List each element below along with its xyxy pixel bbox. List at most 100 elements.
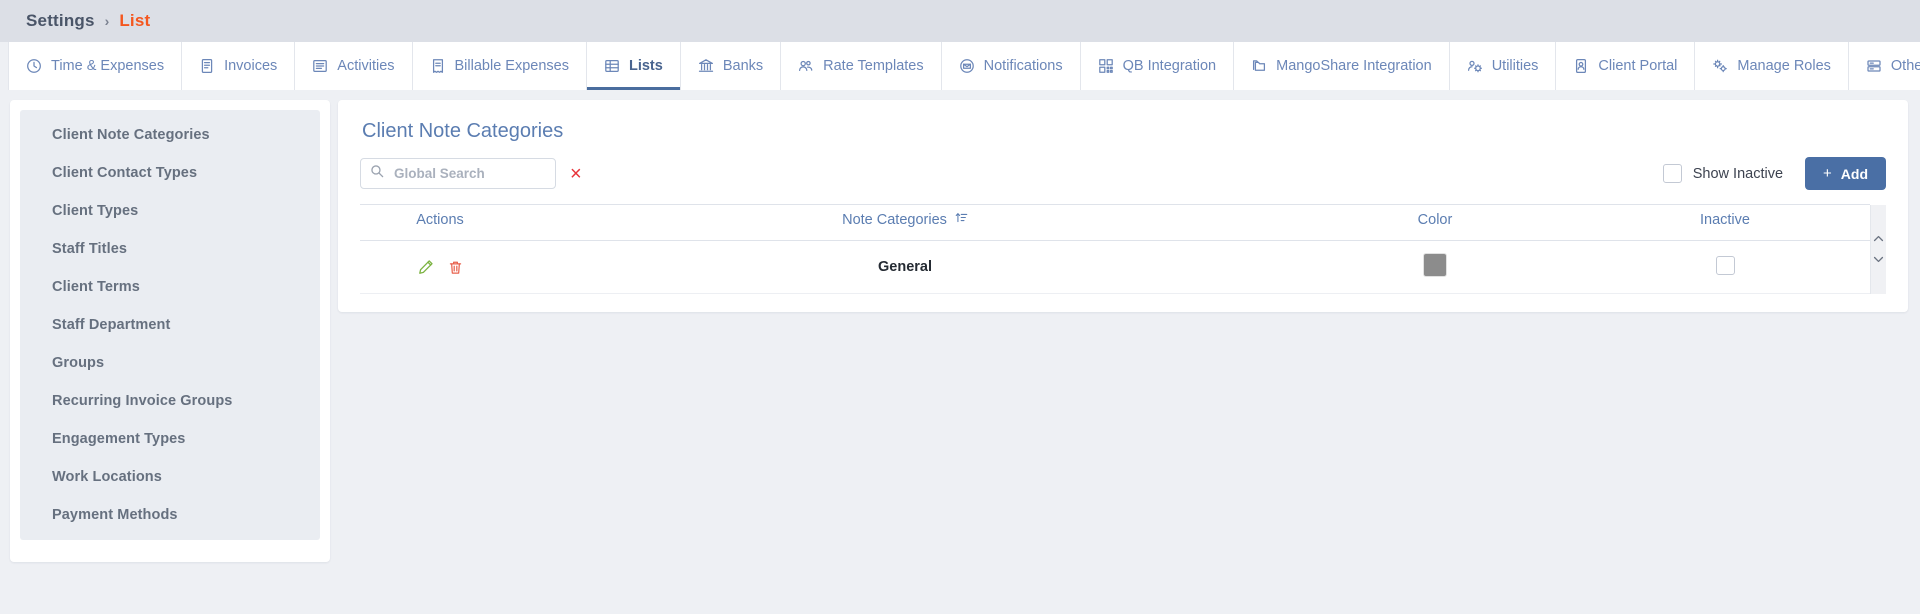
tab-banks[interactable]: Banks	[680, 42, 782, 90]
sidebar-item-client-terms[interactable]: Client Terms	[20, 268, 320, 306]
tab-client-portal[interactable]: Client Portal	[1556, 42, 1696, 90]
tab-time-expenses[interactable]: Time & Expenses	[8, 42, 183, 90]
lists-sidebar: Client Note Categories Client Contact Typ…	[20, 110, 320, 540]
sidebar-item-label: Groups	[52, 355, 105, 371]
sidebar-item-engagement-types[interactable]: Engagement Types	[20, 420, 320, 458]
sidebar-item-staff-titles[interactable]: Staff Titles	[20, 230, 320, 268]
tab-invoices[interactable]: Invoices	[182, 42, 296, 90]
sidebar-item-client-types[interactable]: Client Types	[20, 192, 320, 230]
show-inactive-label: Show Inactive	[1692, 165, 1784, 182]
page-body: Client Note Categories Client Contact Typ…	[0, 90, 1920, 614]
sidebar-item-label: Payment Methods	[52, 507, 178, 523]
sidebar-item-work-locations[interactable]: Work Locations	[20, 458, 320, 496]
breadcrumb-separator: ›	[104, 13, 110, 29]
tab-manage-roles[interactable]: Manage Roles	[1695, 42, 1849, 90]
lists-sidebar-card: Client Note Categories Client Contact Typ…	[10, 100, 330, 562]
table-icon	[604, 58, 620, 74]
tab-label: Other	[1890, 58, 1920, 74]
grid-icon	[1098, 58, 1114, 74]
sidebar-item-label: Recurring Invoice Groups	[52, 393, 233, 409]
tab-utilities[interactable]: Utilities	[1449, 42, 1557, 90]
tab-other[interactable]: Other	[1848, 42, 1920, 90]
client-note-categories-panel: Client Note Categories × Show Inactive	[338, 100, 1908, 312]
table-body: General	[360, 240, 1870, 294]
clear-search-icon[interactable]: ×	[570, 164, 582, 184]
tab-label: Utilities	[1491, 58, 1539, 74]
sidebar-item-label: Client Note Categories	[52, 127, 210, 143]
table-head: Actions Note Categories Color Inactive	[360, 204, 1870, 241]
table-row[interactable]: General	[360, 240, 1870, 294]
search-area: ×	[360, 158, 582, 189]
column-header-note-categories-label: Note Categories	[842, 211, 947, 228]
column-header-note-categories[interactable]: Note Categories	[520, 204, 1290, 241]
column-header-color: Color	[1290, 204, 1580, 241]
sidebar-item-payment-methods[interactable]: Payment Methods	[20, 496, 320, 534]
sidebar-item-groups[interactable]: Groups	[20, 344, 320, 382]
tab-label: Time & Expenses	[51, 58, 165, 74]
show-inactive-toggle[interactable]: Show Inactive	[1662, 164, 1784, 183]
sidebar-item-label: Staff Department	[52, 317, 171, 333]
tab-label: QB Integration	[1122, 58, 1217, 74]
scroll-up-icon[interactable]	[1873, 234, 1884, 245]
folders-icon	[1251, 58, 1267, 74]
sidebar-item-label: Work Locations	[52, 469, 162, 485]
sidebar-item-label: Client Types	[52, 203, 139, 219]
tab-billable-expenses[interactable]: Billable Expenses	[412, 42, 587, 90]
sidebar-item-label: Client Contact Types	[52, 165, 198, 181]
panel-toolbar: × Show Inactive + Add	[360, 157, 1886, 204]
column-header-inactive-label: Inactive	[1700, 211, 1750, 228]
column-header-actions: Actions	[360, 204, 520, 241]
breadcrumb: Settings › List	[0, 0, 1920, 42]
tab-qb-integration[interactable]: QB Integration	[1080, 42, 1235, 90]
sidebar-item-staff-department[interactable]: Staff Department	[20, 306, 320, 344]
plus-icon: +	[1823, 165, 1832, 182]
tab-label: Lists	[628, 58, 663, 74]
tab-notifications[interactable]: Notifications	[941, 42, 1081, 90]
table-scrollbar[interactable]	[1870, 205, 1886, 294]
note-category-name: General	[878, 259, 932, 275]
bank-icon	[698, 58, 714, 74]
tab-activities[interactable]: Activities	[295, 42, 413, 90]
row-inactive-cell	[1580, 240, 1870, 294]
settings-tabstrip: Time & Expenses Invoices Activities Billabl…	[0, 42, 1920, 90]
portal-icon	[1573, 58, 1589, 74]
tab-label: Notifications	[983, 58, 1063, 74]
row-inactive-checkbox[interactable]	[1715, 255, 1735, 275]
column-header-actions-label: Actions	[416, 211, 464, 228]
tab-label: Banks	[722, 58, 764, 74]
tab-label: Activities	[337, 58, 395, 74]
breadcrumb-current: List	[119, 11, 151, 30]
tab-label: Client Portal	[1598, 58, 1678, 74]
column-header-inactive: Inactive	[1580, 204, 1870, 241]
sidebar-item-recurring-invoice-groups[interactable]: Recurring Invoice Groups	[20, 382, 320, 420]
color-swatch[interactable]	[1423, 253, 1447, 277]
sort-ascending-icon[interactable]	[955, 211, 968, 228]
row-color-cell	[1290, 240, 1580, 294]
table-zone: Actions Note Categories Color Inactive G…	[360, 204, 1886, 294]
gears-people-icon	[1467, 58, 1483, 74]
add-button-label: Add	[1840, 165, 1868, 182]
toolbar-right: Show Inactive + Add	[1662, 157, 1886, 190]
roles-gear-icon	[1712, 58, 1728, 74]
sidebar-item-label: Client Terms	[52, 279, 140, 295]
page-title: Client Note Categories	[362, 120, 564, 142]
tab-label: MangoShare Integration	[1276, 58, 1432, 74]
tab-lists[interactable]: Lists	[586, 42, 681, 90]
tab-rate-templates[interactable]: Rate Templates	[781, 42, 942, 90]
sidebar-item-client-note-categories[interactable]: Client Note Categories	[20, 116, 320, 154]
server-icon	[1866, 58, 1882, 74]
tab-mangoshare-integration[interactable]: MangoShare Integration	[1234, 42, 1450, 90]
breadcrumb-root[interactable]: Settings	[26, 11, 95, 31]
pencil-icon[interactable]	[418, 259, 434, 275]
sidebar-item-client-contact-types[interactable]: Client Contact Types	[20, 154, 320, 192]
search-input[interactable]	[392, 165, 546, 182]
global-search-box[interactable]	[360, 158, 556, 189]
sidebar-item-label: Staff Titles	[52, 241, 128, 257]
search-icon	[370, 164, 384, 183]
row-name-cell: General	[520, 240, 1290, 294]
scroll-down-icon[interactable]	[1873, 255, 1884, 266]
row-actions-cell	[360, 240, 520, 294]
trash-icon[interactable]	[448, 260, 463, 275]
add-button[interactable]: + Add	[1805, 157, 1886, 190]
show-inactive-checkbox[interactable]	[1662, 164, 1682, 183]
